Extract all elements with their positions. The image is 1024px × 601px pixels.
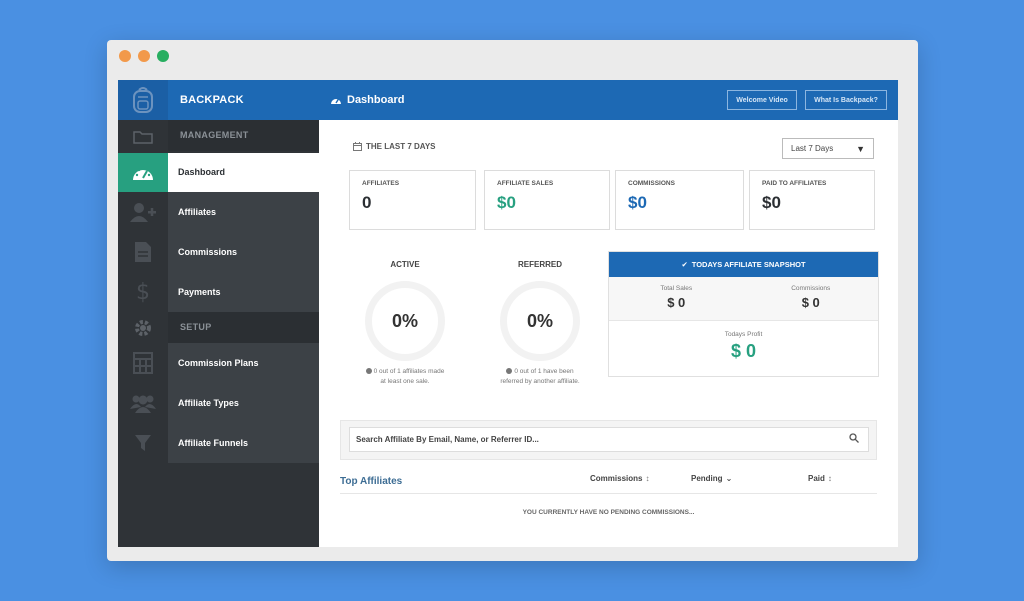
snapshot-value: $ 0 bbox=[801, 295, 820, 310]
top-bar: BACKPACK Dashboard Welcome Video What Is… bbox=[118, 80, 898, 120]
gauge-value: 0% bbox=[526, 310, 553, 331]
column-label: Pending bbox=[691, 474, 723, 483]
welcome-video-button[interactable]: Welcome Video bbox=[727, 90, 797, 110]
gauge-note: 0 out of 1 affiliates made at least one … bbox=[365, 367, 445, 387]
search-input[interactable] bbox=[349, 427, 869, 452]
sidebar-item-commissions[interactable]: Commissions bbox=[168, 232, 319, 272]
gauge-ring: 0% bbox=[365, 281, 445, 361]
stat-label: AFFILIATE SALES bbox=[497, 180, 554, 187]
dollar-icon[interactable]: $ bbox=[118, 272, 168, 312]
sidebar-section-setup: SETUP bbox=[168, 312, 319, 343]
gauge-referred: REFERRED 0% 0 out of 1 have been referre… bbox=[490, 260, 590, 387]
snapshot-profit: Todays Profit $ 0 bbox=[609, 321, 878, 362]
table-divider bbox=[340, 493, 877, 494]
search-bar bbox=[340, 420, 877, 460]
column-label: Commissions bbox=[590, 474, 643, 483]
what-is-backpack-button[interactable]: What Is Backpack? bbox=[805, 90, 887, 110]
search-icon[interactable] bbox=[849, 433, 859, 443]
stat-label: AFFILIATES bbox=[362, 180, 400, 187]
sidebar-item-commission-plans[interactable]: Commission Plans bbox=[168, 343, 319, 383]
stat-card-affiliate-sales: AFFILIATE SALES $0 bbox=[484, 170, 610, 230]
snapshot-profit-value: $ 0 bbox=[730, 341, 757, 361]
sidebar-icon-column: $ bbox=[118, 120, 168, 547]
column-commissions[interactable]: Commissions ↕ bbox=[590, 474, 649, 483]
stat-value: 0 bbox=[362, 193, 372, 212]
snapshot-value: $ 0 bbox=[667, 295, 686, 310]
affiliate-snapshot: ✔ TODAYS AFFILIATE SNAPSHOT Total Sales … bbox=[608, 251, 879, 377]
stat-card-commissions: COMMISSIONS $0 bbox=[615, 170, 744, 230]
add-user-icon[interactable] bbox=[118, 192, 168, 232]
sidebar: MANAGEMENT Dashboard Affiliates Commissi… bbox=[168, 120, 319, 547]
column-label: Paid bbox=[808, 474, 825, 483]
calculator-icon[interactable] bbox=[118, 343, 168, 383]
users-group-icon[interactable] bbox=[118, 383, 168, 423]
sidebar-item-payments[interactable]: Payments bbox=[168, 272, 319, 312]
stat-value: $0 bbox=[628, 193, 647, 212]
page-title-text: Dashboard bbox=[347, 94, 405, 106]
gauge-note-text: 0 out of 1 affiliates made at least one … bbox=[373, 368, 445, 385]
stat-label: PAID TO AFFILIATES bbox=[762, 180, 827, 187]
period-label-text: THE LAST 7 DAYS bbox=[366, 142, 436, 151]
backpack-logo[interactable] bbox=[118, 80, 168, 120]
stat-card-affiliates: AFFILIATES 0 bbox=[349, 170, 476, 230]
column-pending[interactable]: Pending ⌄ bbox=[691, 474, 732, 483]
gauge-value: 0% bbox=[391, 310, 418, 331]
dashboard-gauge-icon[interactable] bbox=[118, 153, 168, 192]
funnel-icon[interactable] bbox=[118, 423, 168, 463]
snapshot-header: ✔ TODAYS AFFILIATE SNAPSHOT bbox=[609, 252, 878, 277]
sidebar-section-management: MANAGEMENT bbox=[168, 120, 319, 151]
window-dot-green[interactable] bbox=[157, 50, 169, 62]
column-paid[interactable]: Paid ↕ bbox=[808, 474, 832, 483]
chevron-down-icon: ⌄ bbox=[725, 474, 733, 483]
sidebar-item-dashboard[interactable]: Dashboard bbox=[168, 153, 319, 192]
info-icon bbox=[365, 368, 372, 375]
period-select[interactable]: Last 7 Days ▼ bbox=[782, 138, 874, 159]
stat-label: COMMISSIONS bbox=[628, 180, 675, 187]
gear-icon bbox=[118, 312, 168, 343]
snapshot-row: Total Sales $ 0 Commissions $ 0 bbox=[609, 277, 878, 321]
snapshot-label: Commissions bbox=[791, 285, 831, 292]
sidebar-item-affiliate-funnels[interactable]: Affiliate Funnels bbox=[168, 423, 319, 463]
gauge-note: 0 out of 1 have been referred by another… bbox=[500, 367, 580, 387]
gauge-title: ACTIVE bbox=[390, 260, 420, 269]
period-label: THE LAST 7 DAYS bbox=[353, 142, 436, 151]
info-icon bbox=[506, 368, 513, 375]
page-title: Dashboard bbox=[330, 80, 404, 120]
stat-value: $0 bbox=[762, 193, 781, 212]
window-dot-orange[interactable] bbox=[119, 50, 131, 62]
caret-down-icon: ▼ bbox=[856, 143, 865, 154]
gauge-ring: 0% bbox=[500, 281, 580, 361]
top-affiliates-title: Top Affiliates bbox=[340, 476, 403, 487]
app: BACKPACK Dashboard Welcome Video What Is… bbox=[118, 80, 898, 547]
brand-name: BACKPACK bbox=[180, 94, 244, 106]
calendar-icon bbox=[353, 142, 362, 151]
sort-icon: ↕ bbox=[827, 474, 832, 483]
stat-value: $0 bbox=[497, 193, 516, 212]
folder-icon bbox=[118, 120, 168, 153]
sort-icon: ↕ bbox=[645, 474, 650, 483]
window-controls bbox=[119, 50, 169, 62]
snapshot-label: Total Sales bbox=[660, 285, 693, 292]
main-content: THE LAST 7 DAYS Last 7 Days ▼ AFFILIATES… bbox=[319, 120, 898, 547]
sidebar-item-affiliates[interactable]: Affiliates bbox=[168, 192, 319, 232]
check-icon: ✔ bbox=[681, 260, 688, 269]
snapshot-total-sales: Total Sales $ 0 bbox=[609, 277, 744, 320]
snapshot-title: TODAYS AFFILIATE SNAPSHOT bbox=[691, 260, 806, 269]
gauge-title: REFERRED bbox=[517, 260, 562, 269]
document-icon[interactable] bbox=[118, 232, 168, 272]
stat-card-paid-to-affiliates: PAID TO AFFILIATES $0 bbox=[749, 170, 875, 230]
browser-window: BACKPACK Dashboard Welcome Video What Is… bbox=[107, 40, 918, 561]
window-dot-orange-2[interactable] bbox=[138, 50, 150, 62]
empty-table-message: YOU CURRENTLY HAVE NO PENDING COMMISSION… bbox=[522, 509, 695, 516]
period-select-value: Last 7 Days bbox=[791, 144, 834, 153]
backpack-icon bbox=[133, 87, 153, 113]
snapshot-label: Todays Profit bbox=[724, 331, 763, 338]
gauge-note-text: 0 out of 1 have been referred by another… bbox=[500, 368, 580, 385]
snapshot-commissions: Commissions $ 0 bbox=[744, 277, 879, 320]
dashboard-gauge-icon bbox=[331, 98, 341, 104]
gauge-active: ACTIVE 0% 0 out of 1 affiliates made at … bbox=[355, 260, 455, 387]
sidebar-item-affiliate-types[interactable]: Affiliate Types bbox=[168, 383, 319, 423]
